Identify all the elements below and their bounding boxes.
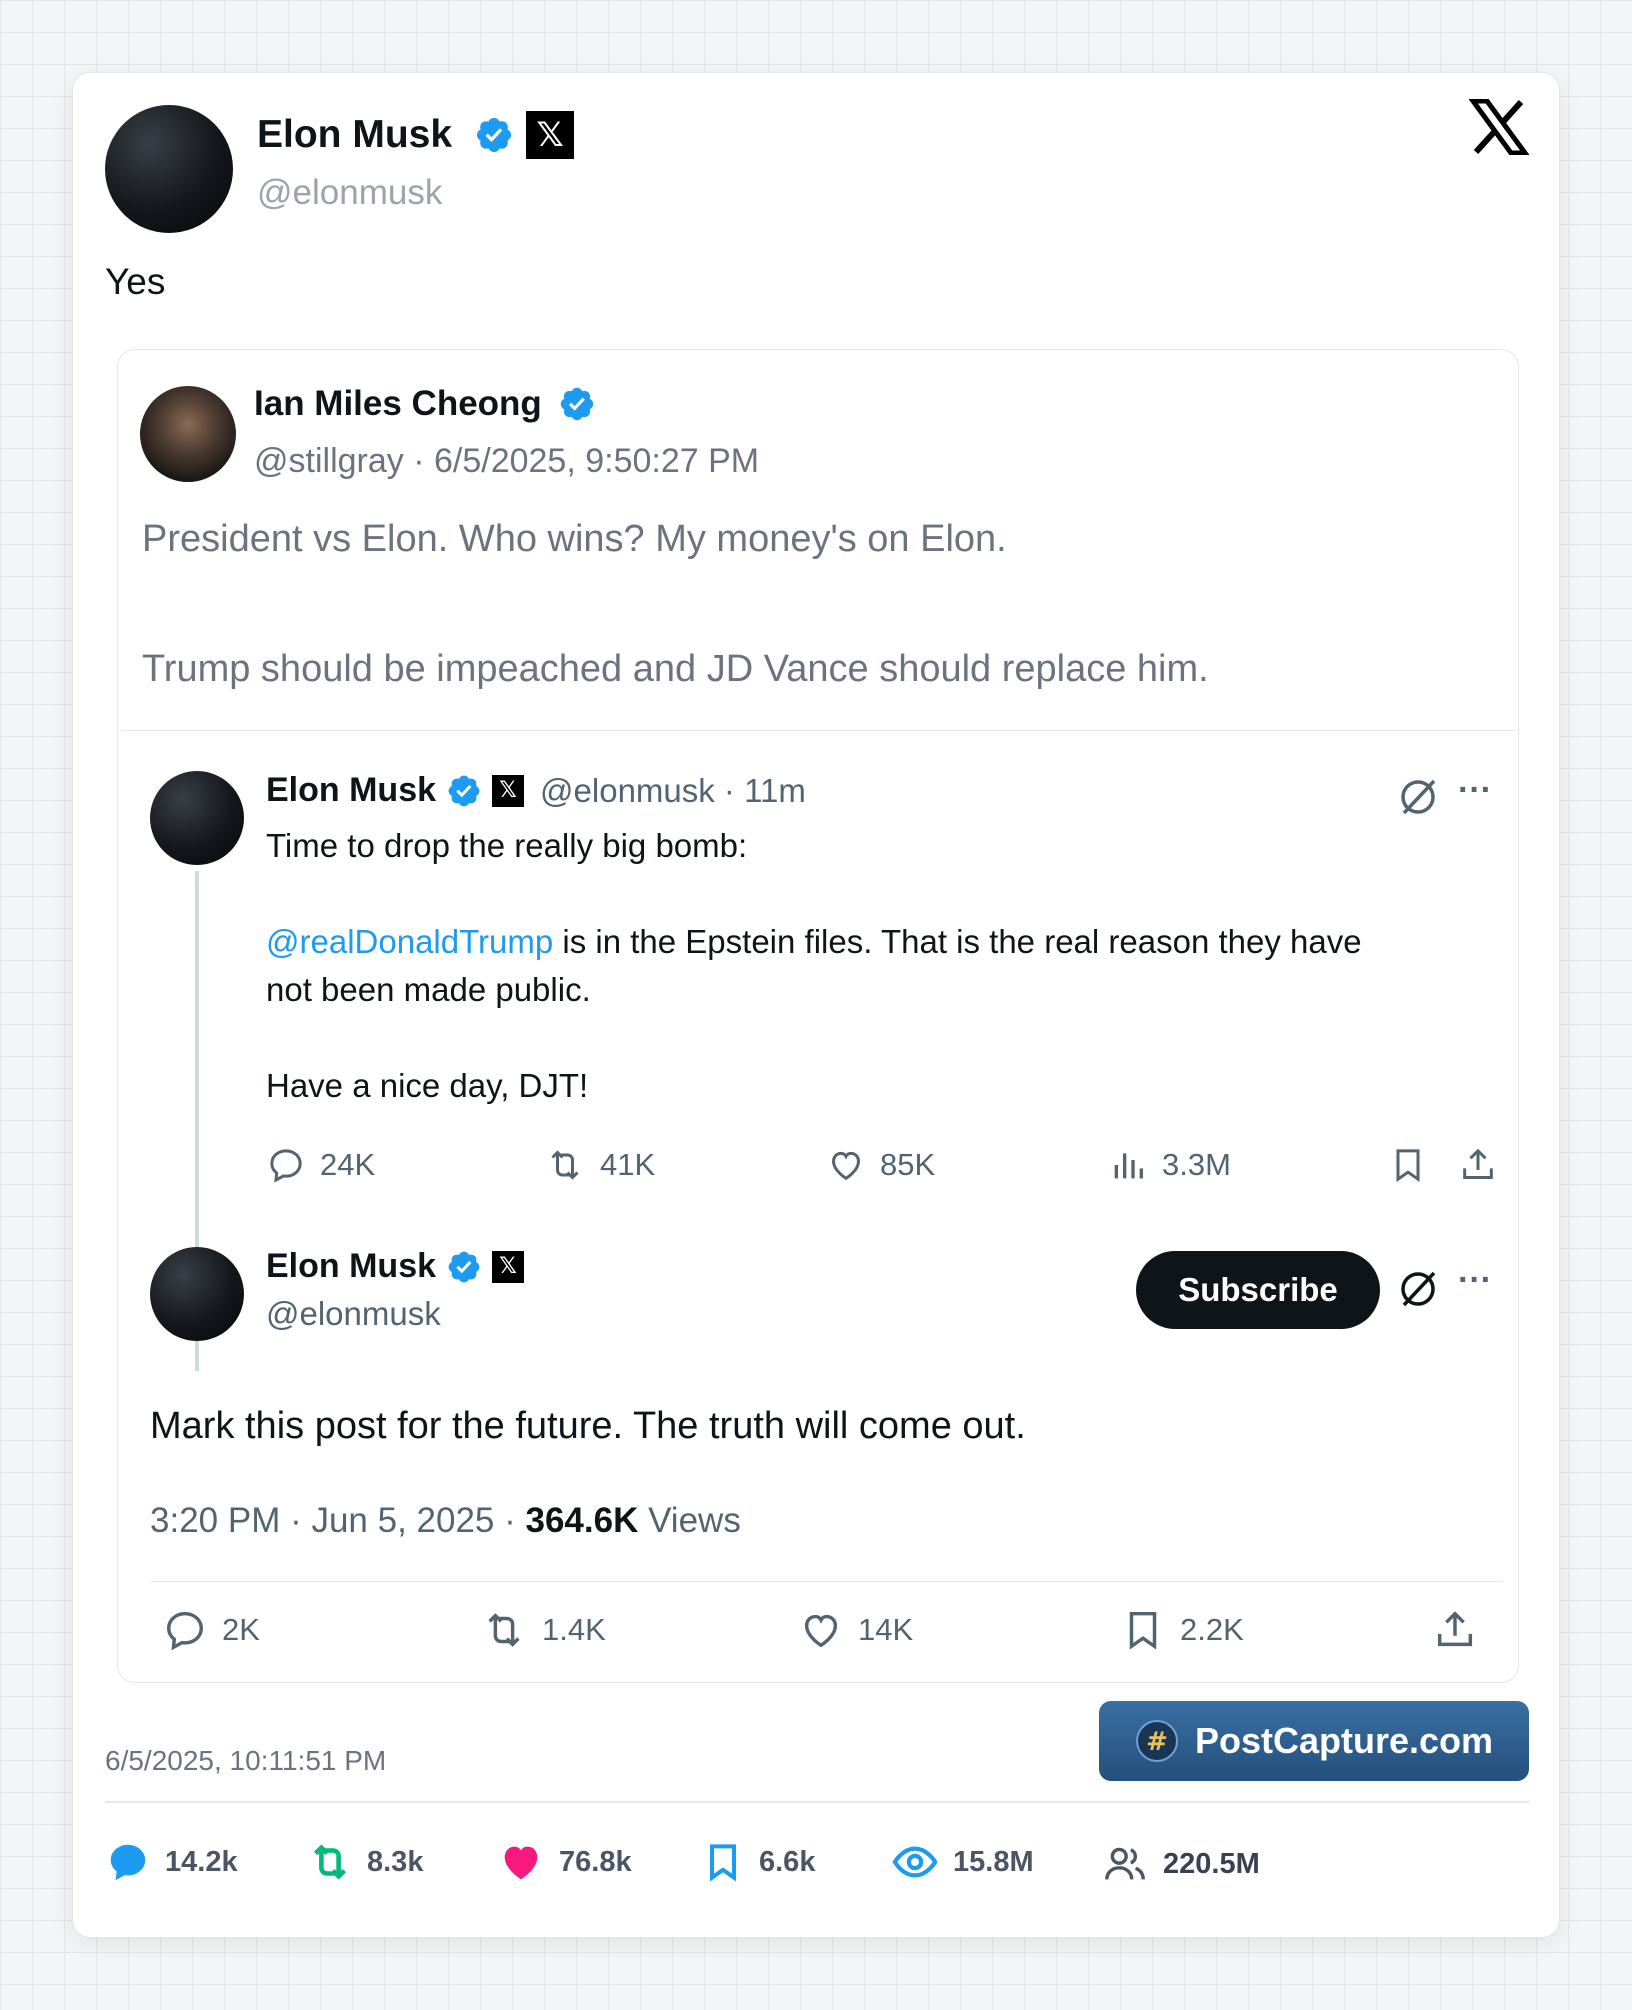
share-icon <box>1432 1607 1478 1653</box>
quoted-author-avatar[interactable] <box>140 386 236 482</box>
svg-text:#: # <box>1146 1727 1168 1757</box>
screenshot-views-count: 364.6K <box>525 1501 639 1540</box>
postcapture-button[interactable]: # PostCapture.com <box>1099 1701 1529 1781</box>
reply-filled-icon <box>105 1839 151 1885</box>
quoted-text-line2: Trump should be impeached and JD Vance s… <box>142 648 1209 690</box>
heart-filled-icon <box>497 1839 545 1885</box>
x-affiliate-badge-icon: 𝕏 <box>492 1250 525 1283</box>
screenshot-name: Elon Musk <box>266 771 437 809</box>
verified-badge-icon <box>446 773 482 809</box>
reply-count: 2K <box>222 1612 260 1647</box>
screenshot-line1: Time to drop the really big bomb: <box>266 827 748 864</box>
repost-icon <box>307 1839 353 1885</box>
verified-badge-icon <box>558 385 596 423</box>
screenshot-handle-time: @elonmusk · 11m <box>540 771 806 809</box>
x-affiliate-badge-icon: 𝕏 <box>492 774 525 807</box>
quoted-text-line1: President vs Elon. Who wins? My money's … <box>142 518 1007 560</box>
like-count: 14K <box>858 1612 914 1647</box>
repost-icon <box>544 1145 586 1185</box>
quoted-author-handle[interactable]: @stillgray <box>254 442 404 480</box>
grok-icon <box>1396 775 1440 819</box>
screenshot-line4: Have a nice day, DJT! <box>266 1067 589 1104</box>
author-avatar[interactable] <box>105 105 233 233</box>
post-card: Elon Musk 𝕏 @elonmusk Yes Ian Miles Cheo… <box>72 72 1560 1938</box>
grok-icon <box>1396 1267 1440 1311</box>
author-name[interactable]: Elon Musk <box>257 113 452 157</box>
screenshot-line2: is in the Epstein files. That is the rea… <box>553 923 1362 960</box>
screenshot-line3: not been made public. <box>266 971 591 1008</box>
repost-count: 41K <box>600 1147 656 1182</box>
reply-icon <box>162 1607 208 1653</box>
quoted-post-time: · 6/5/2025, 9:50:27 PM <box>413 442 760 480</box>
screenshot-views-label: Views <box>638 1501 741 1540</box>
footer-like-count: 76.8k <box>559 1845 632 1878</box>
views-icon <box>1108 1145 1148 1185</box>
verified-badge-icon <box>446 1249 482 1285</box>
post-timestamp: 6/5/2025, 10:11:51 PM <box>105 1745 387 1776</box>
x-logo-icon[interactable] <box>1469 99 1529 155</box>
embedded-screenshot: Elon Musk 𝕏 @elonmusk · 11m ··· Time to … <box>122 730 1516 1682</box>
post-text: Yes <box>105 261 166 302</box>
footer-reply-count: 14.2k <box>165 1845 238 1878</box>
postcapture-logo-icon: # <box>1135 1719 1179 1763</box>
bookmark-icon <box>1120 1607 1166 1653</box>
quoted-author-name[interactable]: Ian Miles Cheong <box>254 384 542 424</box>
bookmark-icon <box>701 1839 745 1885</box>
repost-icon <box>480 1607 528 1653</box>
more-icon: ··· <box>1458 771 1492 809</box>
footer-divider <box>105 1801 1529 1803</box>
postcapture-label: PostCapture.com <box>1194 1720 1494 1761</box>
screenshot-handle: @elonmusk <box>266 1295 441 1332</box>
followers-icon <box>1101 1841 1149 1887</box>
share-icon <box>1458 1145 1498 1185</box>
quoted-post[interactable]: Ian Miles Cheong @stillgray · 6/5/2025, … <box>117 349 1519 1683</box>
like-icon <box>798 1607 844 1653</box>
repost-count: 1.4K <box>542 1612 606 1647</box>
footer-views-count: 15.8M <box>953 1845 1034 1878</box>
screenshot-time-date: 3:20 PM · Jun 5, 2025 · <box>150 1501 526 1540</box>
eye-icon <box>891 1839 939 1885</box>
screenshot-post2-text: Mark this post for the future. The truth… <box>150 1405 1026 1447</box>
author-handle[interactable]: @elonmusk <box>257 173 442 213</box>
like-icon <box>826 1145 866 1185</box>
reply-count: 24K <box>320 1147 376 1182</box>
footer-bookmark-count: 6.6k <box>759 1845 816 1878</box>
screenshot-name: Elon Musk <box>266 1247 437 1285</box>
subscribe-button: Subscribe <box>1136 1251 1380 1329</box>
more-icon: ··· <box>1458 1261 1492 1299</box>
footer-followers-count: 220.5M <box>1163 1847 1260 1880</box>
like-count: 85K <box>880 1147 936 1182</box>
mention-link: @realDonaldTrump <box>266 923 554 960</box>
views-count: 3.3M <box>1162 1147 1231 1182</box>
verified-badge-icon <box>474 115 514 155</box>
x-affiliate-badge-icon: 𝕏 <box>526 111 575 159</box>
reply-icon <box>266 1145 306 1185</box>
bookmark-count: 2.2K <box>1180 1612 1244 1647</box>
bookmark-icon <box>1388 1145 1428 1185</box>
screenshot-avatar <box>150 1247 244 1341</box>
screenshot-avatar <box>150 771 244 865</box>
footer-repost-count: 8.3k <box>367 1845 424 1878</box>
divider <box>150 1581 1502 1582</box>
